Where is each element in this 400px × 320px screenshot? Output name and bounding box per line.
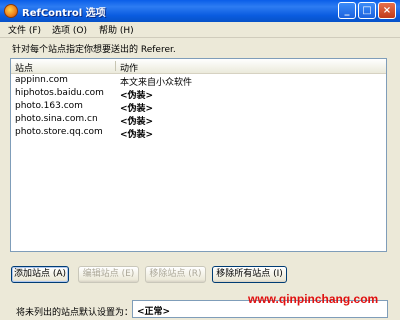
watermark-text: www.qinpinchang.com	[248, 292, 379, 306]
site-list[interactable]: 站点 动作 appinn.com 本文来自小众软件 hiphotos.baidu…	[10, 58, 387, 252]
edit-site-button[interactable]: 编辑站点 (E)	[78, 266, 139, 283]
row-site: hiphotos.baidu.com	[15, 88, 104, 98]
row-site: photo.163.com	[15, 101, 83, 111]
row-action: <伪装>	[120, 91, 154, 101]
list-header: 站点 动作	[11, 59, 386, 74]
table-row[interactable]: photo.sina.com.cn <伪装>	[11, 114, 386, 127]
default-setting-label: 将未列出的站点默认设置为：	[16, 308, 134, 318]
column-header-action[interactable]: 动作	[120, 61, 138, 74]
column-divider[interactable]	[115, 61, 116, 71]
title-bar[interactable]: RefControl 选项 _ □ ×	[0, 0, 400, 22]
table-row[interactable]: photo.store.qq.com <伪装>	[11, 127, 386, 140]
table-row[interactable]: photo.163.com <伪装>	[11, 101, 386, 114]
menu-help[interactable]: 帮助 (H)	[99, 23, 134, 36]
menu-bar: 文件 (F) 选项 (O) 帮助 (H)	[0, 22, 400, 38]
close-button[interactable]: ×	[378, 2, 396, 19]
row-action: <伪装>	[120, 117, 154, 127]
table-row[interactable]: hiphotos.baidu.com <伪装>	[11, 88, 386, 101]
add-site-button[interactable]: 添加站点 (A)	[11, 266, 69, 283]
row-site: photo.sina.com.cn	[15, 114, 98, 124]
table-row[interactable]: appinn.com 本文来自小众软件	[11, 75, 386, 88]
row-action: <伪装>	[120, 104, 154, 114]
row-site: photo.store.qq.com	[15, 127, 103, 137]
window-title: RefControl 选项	[22, 8, 106, 19]
remove-site-button[interactable]: 移除站点 (R)	[145, 266, 206, 283]
menu-file[interactable]: 文件 (F)	[8, 23, 41, 36]
minimize-button[interactable]: _	[338, 2, 356, 19]
row-action: <伪装>	[120, 130, 154, 140]
menu-options[interactable]: 选项 (O)	[52, 23, 87, 36]
column-header-site[interactable]: 站点	[15, 61, 33, 74]
remove-all-sites-button[interactable]: 移除所有站点 (I)	[212, 266, 287, 283]
row-site: appinn.com	[15, 75, 68, 85]
firefox-icon	[4, 4, 18, 18]
maximize-button[interactable]: □	[358, 2, 376, 19]
row-action: 本文来自小众软件	[120, 78, 193, 88]
instruction-text: 针对每个站点指定你想要送出的 Referer.	[12, 45, 176, 55]
